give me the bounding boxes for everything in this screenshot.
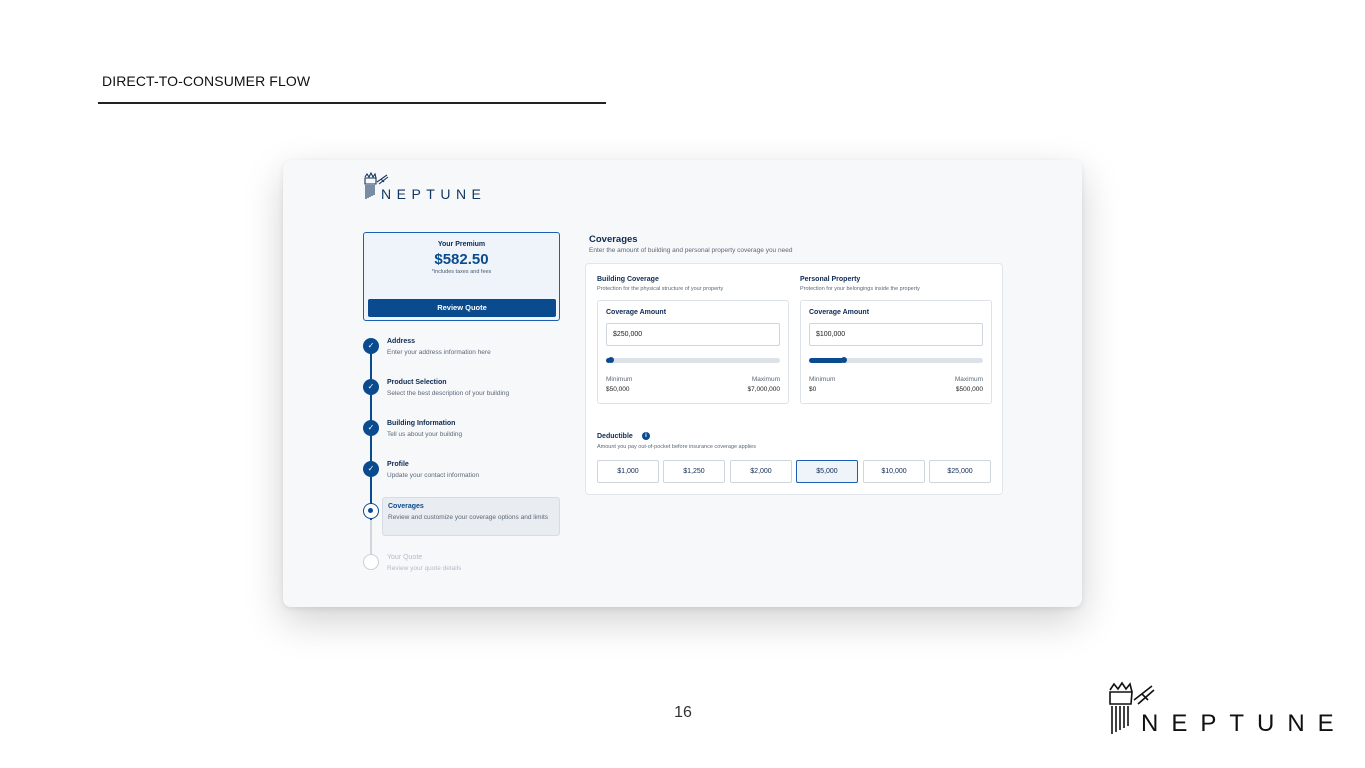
slider-fill (809, 358, 844, 363)
personal-property-card: Coverage Amount $100,000 Minimum $0 Maxi… (800, 300, 992, 404)
step-title: Coverages (388, 503, 424, 510)
check-icon: ✓ (363, 420, 379, 436)
step-title: Address (387, 338, 416, 345)
maximum-value: $500,000 (955, 386, 983, 393)
premium-note: *includes taxes and fees (431, 269, 492, 275)
step-product-selection[interactable]: ✓ Product Selection Select the best desc… (363, 377, 563, 415)
deductible-option[interactable]: $1,250 (663, 460, 725, 483)
building-coverage-card: Coverage Amount $250,000 Minimum $50,000… (597, 300, 789, 404)
step-coverages[interactable]: Coverages Review and customize your cove… (382, 497, 560, 536)
step-description: Select the best description of your buil… (387, 390, 510, 397)
check-icon: ✓ (363, 338, 379, 354)
deductible-option-selected[interactable]: $5,000 (796, 460, 858, 483)
deductible-option[interactable]: $2,000 (730, 460, 792, 483)
coverages-panel: Building Coverage Protection for the phy… (585, 263, 1003, 495)
deductible-option[interactable]: $1,000 (597, 460, 659, 483)
step-description: Enter your address information here (387, 349, 491, 356)
slider-handle[interactable] (840, 357, 847, 363)
step-description: Review and customize your coverage optio… (388, 514, 549, 521)
premium-card: Your Premium $582.50 *includes taxes and… (363, 232, 560, 321)
slide-title: DIRECT-TO-CONSUMER FLOW (102, 73, 311, 89)
title-underline (98, 102, 606, 104)
step-description: Update your contact information (387, 472, 480, 479)
check-icon: ✓ (363, 379, 379, 395)
app-screen: NEPTUNE Your Premium $582.50 *includes t… (283, 160, 1082, 607)
step-profile[interactable]: ✓ Profile Update your contact informatio… (363, 459, 563, 497)
step-title: Product Selection (387, 379, 447, 386)
page-number: 16 (674, 704, 692, 721)
step-description: Tell us about your building (387, 431, 463, 438)
maximum-label: Maximum (954, 376, 983, 383)
step-description: Review your quote details (387, 565, 462, 572)
step-your-quote: Your Quote Review your quote details (363, 552, 563, 590)
premium-label: Your Premium (437, 241, 486, 248)
step-building-information[interactable]: ✓ Building Information Tell us about you… (363, 418, 563, 456)
premium-amount: $582.50 (434, 251, 489, 268)
step-title: Your Quote (387, 554, 423, 561)
coverage-amount-label: Coverage Amount (809, 309, 870, 316)
step-coverages-marker (363, 501, 381, 539)
app-brand-wordmark: NEPTUNE (381, 186, 487, 202)
coverages-subtitle: Enter the amount of building and persona… (589, 247, 793, 254)
building-coverage-slider[interactable] (606, 357, 780, 363)
minimum-label: Minimum (606, 376, 633, 383)
progress-stepper: ✓ Address Enter your address information… (363, 336, 563, 576)
deductible-title: Deductible (597, 433, 633, 440)
pending-step-icon (363, 554, 379, 570)
brand-wordmark: NEPTUNE (1141, 710, 1347, 737)
deductible-option[interactable]: $10,000 (863, 460, 925, 483)
coverage-amount-label: Coverage Amount (606, 309, 667, 316)
building-coverage-title: Building Coverage (597, 276, 659, 283)
maximum-label: Maximum (751, 376, 780, 383)
personal-property-subtitle: Protection for your belongings inside th… (800, 286, 920, 292)
app-logo: NEPTUNE (363, 172, 493, 204)
step-title: Profile (387, 461, 409, 468)
building-coverage-input[interactable]: $250,000 (606, 323, 780, 346)
maximum-value: $7,000,000 (747, 386, 780, 393)
minimum-value: $50,000 (606, 386, 630, 393)
coverages-heading: Coverages (589, 234, 638, 245)
deductible-subtitle: Amount you pay out-of-pocket before insu… (597, 444, 756, 450)
neptune-logo: NEPTUNE (1104, 680, 1344, 740)
info-icon[interactable]: i (642, 432, 650, 440)
personal-property-input[interactable]: $100,000 (809, 323, 983, 346)
step-title: Building Information (387, 420, 456, 427)
minimum-label: Minimum (809, 376, 836, 383)
deductible-option[interactable]: $25,000 (929, 460, 991, 483)
check-icon: ✓ (363, 461, 379, 477)
personal-property-slider[interactable] (809, 357, 983, 363)
minimum-value: $0 (809, 386, 817, 393)
current-step-icon (363, 503, 379, 519)
review-quote-button[interactable]: Review Quote (368, 299, 556, 317)
step-address[interactable]: ✓ Address Enter your address information… (363, 336, 563, 374)
building-coverage-subtitle: Protection for the physical structure of… (597, 286, 724, 292)
personal-property-title: Personal Property (800, 276, 861, 283)
slider-handle[interactable] (608, 357, 615, 363)
